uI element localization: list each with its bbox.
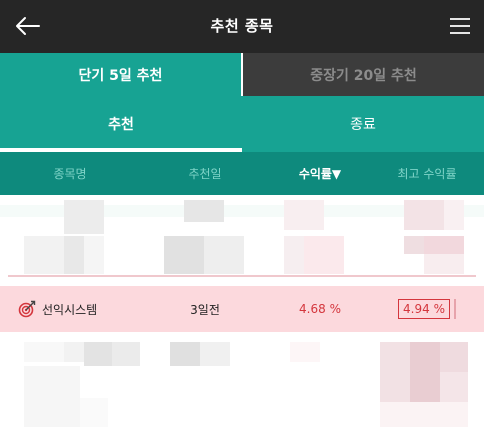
blur-block bbox=[380, 402, 468, 427]
blur-block bbox=[204, 236, 244, 274]
row-divider bbox=[8, 275, 476, 277]
blur-block bbox=[444, 200, 464, 230]
blur-block bbox=[184, 200, 224, 222]
max-return-value: 4.94 % bbox=[398, 299, 450, 319]
blur-block bbox=[284, 236, 304, 274]
blur-block bbox=[290, 342, 320, 362]
status-tabs: 추천 종료 bbox=[0, 96, 484, 152]
tab-ended[interactable]: 종료 bbox=[242, 96, 484, 152]
blur-block bbox=[200, 342, 230, 366]
tab-mid-long-term[interactable]: 중장기 20일 추천 bbox=[241, 53, 484, 96]
column-recommend-date[interactable]: 추천일 bbox=[140, 165, 270, 182]
blur-block bbox=[410, 342, 440, 402]
tab-recommended[interactable]: 추천 bbox=[0, 96, 242, 152]
menu-button[interactable] bbox=[444, 10, 476, 42]
blur-block bbox=[84, 342, 112, 366]
blur-block bbox=[24, 236, 64, 274]
tab-short-term[interactable]: 단기 5일 추천 bbox=[0, 53, 241, 96]
target-icon bbox=[18, 300, 36, 318]
return-value: 4.68 % bbox=[299, 302, 341, 316]
blur-block bbox=[24, 366, 80, 427]
blur-block bbox=[440, 372, 468, 402]
stock-name: 선익시스템 bbox=[42, 302, 98, 317]
blurred-rows-top bbox=[0, 195, 484, 286]
blur-block bbox=[404, 236, 424, 254]
period-tabs: 단기 5일 추천 중장기 20일 추천 bbox=[0, 53, 484, 96]
blur-block bbox=[64, 236, 84, 274]
hamburger-menu-icon bbox=[450, 18, 470, 34]
blur-block bbox=[424, 254, 464, 274]
stock-name-cell: 선익시스템 bbox=[0, 300, 140, 318]
blur-block bbox=[64, 200, 104, 234]
table-row[interactable]: 선익시스템 3일전 4.68 % 4.94 % bbox=[0, 286, 484, 332]
blur-block bbox=[64, 342, 84, 362]
column-stock-name[interactable]: 종목명 bbox=[0, 165, 140, 182]
column-return[interactable]: 수익률▼ bbox=[270, 165, 370, 182]
blur-block bbox=[84, 236, 104, 274]
recommend-date: 3일전 bbox=[190, 302, 220, 317]
blur-block bbox=[164, 236, 204, 274]
table-header: 종목명 추천일 수익률▼ 최고 수익률 bbox=[0, 152, 484, 195]
top-bar: 추천 종목 bbox=[0, 0, 484, 53]
blurred-rows-bottom bbox=[0, 332, 484, 427]
blur-block bbox=[284, 200, 324, 230]
recommended-stocks-screen: 추천 종목 단기 5일 추천 중장기 20일 추천 추천 종료 종목명 추천일 … bbox=[0, 0, 484, 427]
blur-block bbox=[380, 342, 410, 402]
blur-block bbox=[80, 398, 108, 427]
max-return-cell: 4.94 % bbox=[370, 299, 484, 319]
blur-block bbox=[112, 342, 140, 366]
page-title: 추천 종목 bbox=[210, 17, 274, 35]
blur-block bbox=[170, 342, 200, 366]
blur-block bbox=[440, 342, 468, 372]
max-return-marker bbox=[453, 299, 456, 319]
blur-block bbox=[404, 200, 444, 230]
column-max-return[interactable]: 최고 수익률 bbox=[370, 165, 484, 182]
blur-block bbox=[24, 342, 64, 362]
blur-block bbox=[304, 236, 344, 274]
blur-block bbox=[424, 236, 464, 254]
